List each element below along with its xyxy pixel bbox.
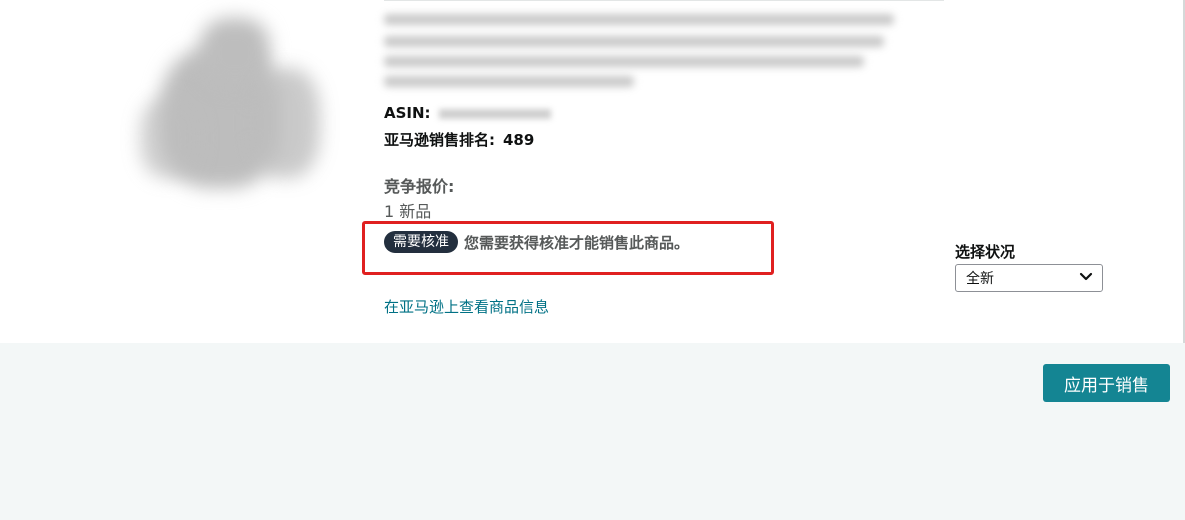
sales-rank-row: 亚马逊销售排名: 489 xyxy=(384,129,534,150)
sales-rank-value: 489 xyxy=(503,131,535,149)
approval-notice: 需要核准 您需要获得核准才能销售此商品。 xyxy=(384,231,689,253)
condition-selected-value: 全新 xyxy=(966,271,994,287)
approval-required-badge: 需要核准 xyxy=(384,231,458,253)
asin-row: ASIN: xyxy=(384,104,551,122)
competing-offers-count: 1 新品 xyxy=(384,202,432,221)
asin-label: ASIN: xyxy=(384,104,431,122)
competing-offers-label: 竞争报价: xyxy=(384,177,455,196)
approval-message: 您需要获得核准才能销售此商品。 xyxy=(464,233,690,252)
condition-label: 选择状况 xyxy=(955,243,1016,261)
divider xyxy=(384,0,944,1)
product-title-redacted xyxy=(384,10,904,90)
apply-to-sell-button[interactable]: 应用于销售 xyxy=(1043,364,1170,402)
view-on-amazon-link[interactable]: 在亚马逊上查看商品信息 xyxy=(384,296,549,317)
product-card: ASIN: 亚马逊销售排名: 489 竞争报价: 1 新品 需要核准 您需要获得核… xyxy=(0,0,1185,343)
chevron-down-icon xyxy=(1079,270,1093,286)
asin-value-redacted xyxy=(438,108,551,119)
sales-rank-label: 亚马逊销售排名: xyxy=(384,131,495,149)
product-image xyxy=(120,8,330,208)
condition-select[interactable]: 全新 xyxy=(955,264,1103,292)
